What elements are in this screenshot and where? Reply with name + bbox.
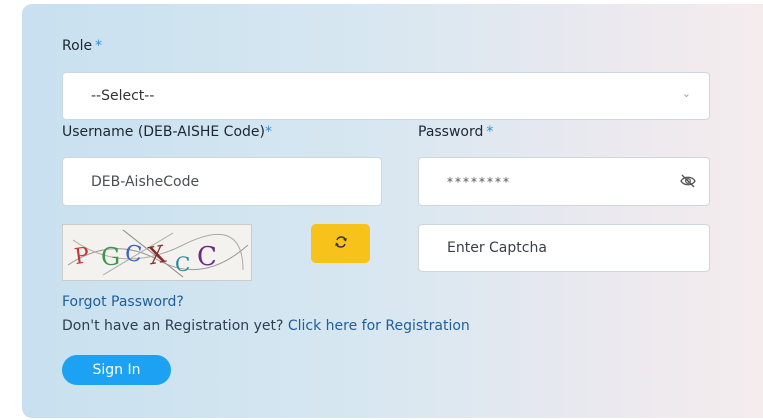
role-select[interactable]: --Select-- ⌄ [62,72,710,120]
captcha-placeholder: Enter Captcha [447,240,547,256]
username-input[interactable]: DEB-AisheCode [62,157,382,206]
sign-in-button[interactable]: Sign In [62,355,171,385]
role-label: Role * [62,38,103,54]
refresh-icon [334,234,348,253]
required-mark: * [486,124,494,140]
username-label: Username (DEB-AISHE Code)* [62,124,272,140]
registration-link[interactable]: Click here for Registration [288,318,470,334]
svg-text:C: C [197,242,217,272]
password-label: Password * [418,124,494,140]
svg-text:G: G [101,243,120,271]
role-select-value: --Select-- [91,88,155,104]
refresh-captcha-button[interactable] [311,224,370,263]
required-mark: * [264,124,272,140]
eye-off-icon[interactable] [679,172,697,193]
forgot-password-link[interactable]: Forgot Password? [62,294,184,310]
svg-text:P: P [73,243,91,270]
registration-prompt: Don't have an Registration yet? [62,318,288,334]
svg-text:C: C [124,241,143,268]
username-placeholder: DEB-AisheCode [91,173,200,190]
captcha-image: P G C X C C [62,224,252,281]
password-value: ******** [447,174,511,189]
captcha-input[interactable]: Enter Captcha [418,224,710,272]
svg-text:X: X [146,240,168,271]
svg-text:C: C [175,252,190,276]
chevron-down-icon: ⌄ [681,87,691,100]
password-input[interactable]: ******** [418,157,710,206]
registration-line: Don't have an Registration yet? Click he… [62,318,470,334]
required-mark: * [95,38,103,54]
